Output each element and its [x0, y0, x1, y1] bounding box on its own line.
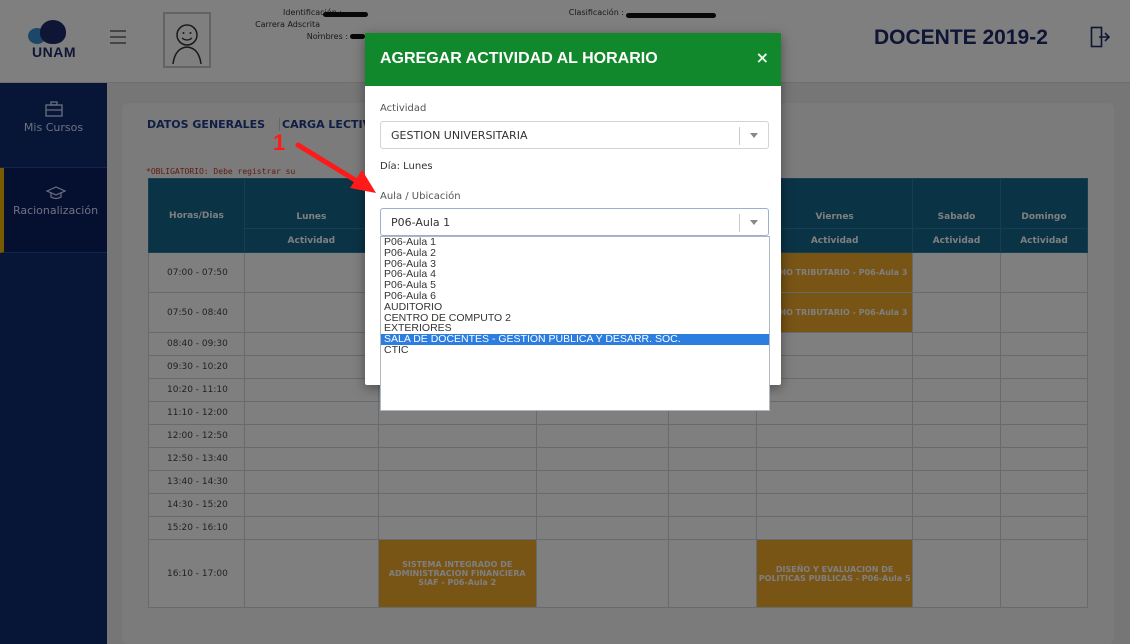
actividad-value: GESTION UNIVERSITARIA [391, 129, 528, 142]
close-icon[interactable]: × [756, 48, 769, 67]
list-item[interactable]: CTIC [381, 345, 769, 356]
dia-text: Día: Lunes [380, 161, 433, 172]
modal-header: AGREGAR ACTIVIDAD AL HORARIO × [365, 33, 781, 86]
list-item[interactable]: P06-Aula 3 [381, 258, 769, 270]
modal-title: AGREGAR ACTIVIDAD AL HORARIO [380, 50, 658, 67]
aula-dropdown-list: P06-Aula 1 P06-Aula 2 P06-Aula 3 P06-Aul… [380, 236, 770, 411]
aula-label: Aula / Ubicación [380, 191, 461, 202]
list-item-highlighted[interactable]: SALA DE DOCENTES - GESTION PUBLICA Y DES… [381, 334, 769, 345]
list-item[interactable]: P06-Aula 1 [381, 237, 769, 248]
annotation-number: 1 [273, 130, 286, 155]
aula-select[interactable]: P06-Aula 1 [380, 208, 769, 236]
actividad-label: Actividad [380, 103, 427, 114]
list-item[interactable]: P06-Aula 5 [381, 280, 769, 291]
list-item[interactable]: P06-Aula 4 [381, 269, 769, 280]
list-item[interactable]: AUDITORIO [381, 301, 769, 313]
chevron-down-icon [750, 133, 758, 138]
aula-value: P06-Aula 1 [391, 216, 451, 229]
actividad-select[interactable]: GESTION UNIVERSITARIA [380, 121, 769, 149]
chevron-down-icon [750, 220, 758, 225]
list-item[interactable]: P06-Aula 2 [381, 247, 769, 259]
